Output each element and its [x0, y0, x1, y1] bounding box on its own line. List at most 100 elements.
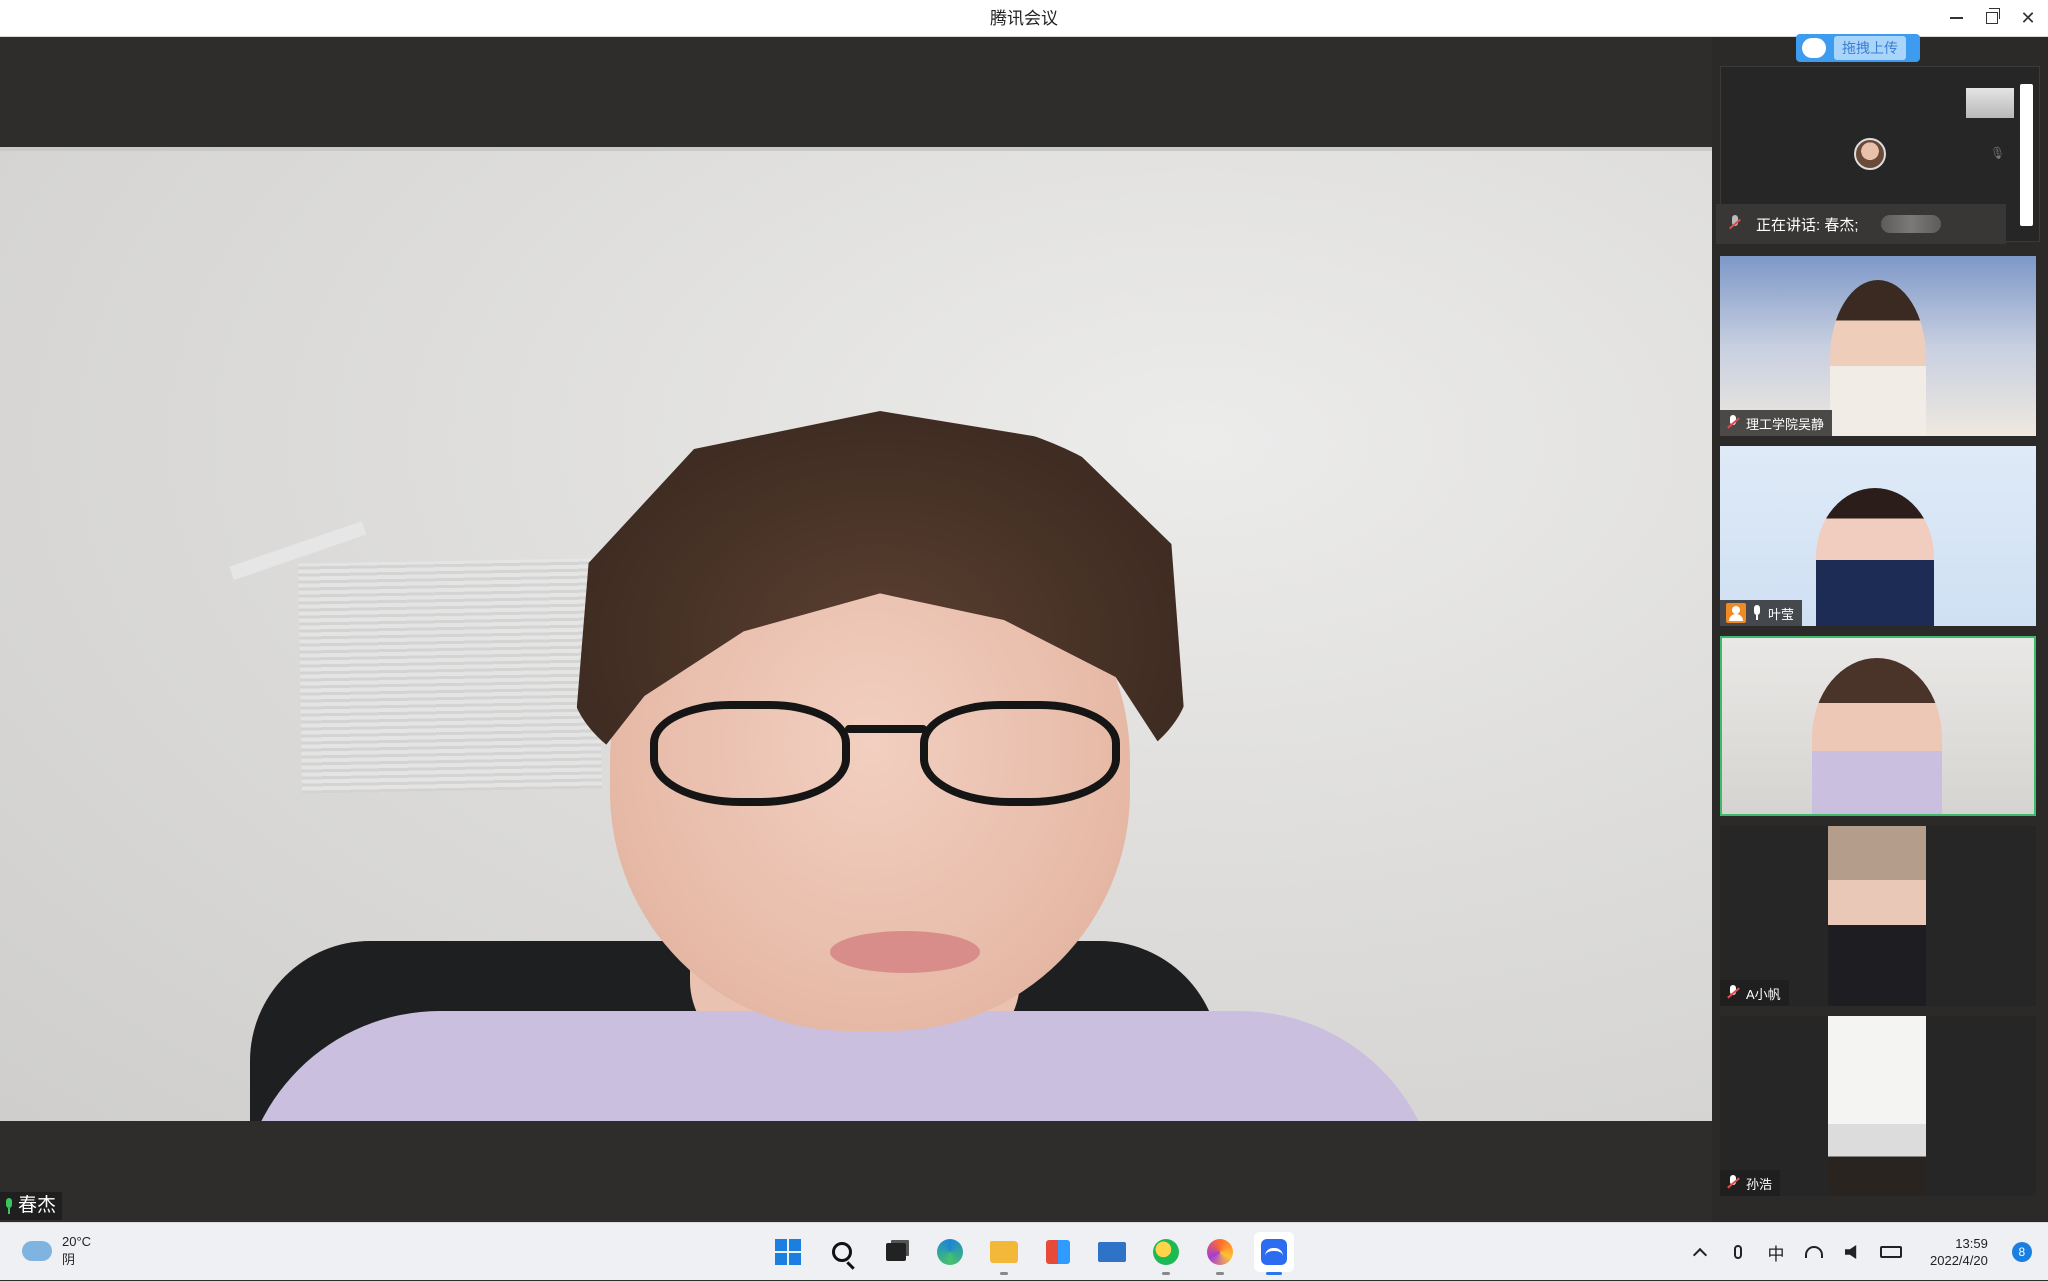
participant-video	[1828, 826, 1926, 1006]
meeting-window: 腾讯会议 ✕ 春杰 拖拽上传 🎙 正在讲话: 春杰; 理工学院吴静 叶莹 A小帆…	[0, 0, 2048, 1222]
main-stage	[0, 37, 1712, 1222]
show-hidden-icons-button[interactable]	[1690, 1237, 1710, 1267]
microphone-tray-button[interactable]	[1728, 1237, 1748, 1267]
store-icon	[1046, 1240, 1070, 1264]
task-view-button[interactable]	[876, 1232, 916, 1272]
person-glasses	[650, 701, 1130, 811]
task-view-icon	[886, 1243, 906, 1261]
wifi-icon	[1805, 1246, 1823, 1258]
main-video[interactable]	[0, 151, 1712, 1121]
muted-mic-icon	[1726, 415, 1740, 431]
store-button[interactable]	[1038, 1232, 1078, 1272]
self-camera-thumbnail[interactable]	[1966, 88, 2014, 118]
title-bar: 腾讯会议 ✕	[0, 0, 2048, 37]
participant-tile[interactable]: 孙浩	[1720, 1016, 2036, 1196]
edge-button[interactable]	[930, 1232, 970, 1272]
participant-label: 叶莹	[1720, 600, 1803, 626]
battery-button[interactable]	[1880, 1237, 1902, 1267]
system-tray: 中 13:59 2022/4/20 8	[1690, 1223, 2032, 1281]
weather-temperature: 20°C	[62, 1234, 92, 1249]
lens-left	[650, 701, 850, 806]
participant-video	[1812, 658, 1942, 814]
start-button[interactable]	[768, 1232, 808, 1272]
participant-video	[1828, 1016, 1926, 1196]
volume-button[interactable]	[1842, 1237, 1862, 1267]
drag-upload-button[interactable]: 拖拽上传	[1796, 34, 1920, 62]
self-mic-icon: 🎙	[1990, 146, 2006, 160]
restore-button[interactable]	[1974, 0, 2010, 36]
firefox-icon	[1207, 1239, 1233, 1265]
participant-label: A小帆	[1720, 980, 1789, 1006]
weather-description: 阴	[62, 1252, 76, 1267]
notification-badge[interactable]: 8	[2011, 1242, 2032, 1262]
glasses-bridge	[845, 725, 927, 733]
participant-tile[interactable]: A小帆	[1720, 826, 2036, 1006]
clock-date: 2022/4/20	[1930, 1253, 1988, 1268]
mail-icon	[1098, 1242, 1126, 1262]
taskbar-apps	[768, 1232, 1294, 1275]
chevron-up-icon	[1692, 1247, 1708, 1263]
windows-logo-icon	[775, 1239, 801, 1265]
network-button[interactable]	[1804, 1237, 1824, 1267]
active-indicator	[1266, 1272, 1282, 1275]
weather-text: 20°C 阴	[62, 1233, 91, 1269]
speaking-indicator	[1880, 215, 1941, 233]
drag-upload-label: 拖拽上传	[1834, 36, 1906, 60]
qq-browser-button[interactable]	[1146, 1232, 1186, 1275]
muted-mic-icon	[1726, 1175, 1740, 1191]
battery-icon	[1880, 1246, 1902, 1258]
weather-widget[interactable]: 20°C 阴	[22, 1233, 91, 1269]
minimize-icon	[1949, 17, 1963, 19]
mail-button[interactable]	[1092, 1232, 1132, 1272]
main-speaker-name: 春杰	[18, 1195, 57, 1216]
participant-tile-active[interactable]	[1720, 636, 2036, 816]
window-title: 腾讯会议	[990, 9, 1058, 28]
wall-poster	[298, 558, 602, 794]
close-button[interactable]: ✕	[2010, 0, 2046, 36]
input-method-button[interactable]: 中	[1766, 1237, 1786, 1267]
running-indicator	[1162, 1272, 1170, 1275]
minimize-button[interactable]	[1938, 0, 1974, 36]
host-icon	[1726, 603, 1746, 623]
tencent-meeting-button[interactable]	[1254, 1232, 1294, 1275]
participant-label: 孙浩	[1720, 1170, 1781, 1196]
clock-time: 13:59	[1955, 1236, 1988, 1251]
file-explorer-button[interactable]	[984, 1232, 1024, 1275]
speaker-icon	[1845, 1245, 1857, 1259]
search-icon	[832, 1242, 852, 1262]
person-lips	[830, 931, 980, 973]
cloudy-icon	[22, 1241, 52, 1261]
participant-name: 理工学院吴静	[1746, 416, 1825, 432]
now-speaking-bar: 正在讲话: 春杰;	[1716, 204, 2006, 244]
main-speaker-tag: 春杰	[0, 1192, 63, 1220]
cloud-upload-icon	[1802, 38, 1826, 58]
participant-name: 叶莹	[1768, 606, 1795, 622]
participant-tile[interactable]: 理工学院吴静	[1720, 256, 2036, 436]
clock[interactable]: 13:59 2022/4/20	[1930, 1235, 1988, 1269]
mic-on-icon	[4, 1198, 14, 1214]
panel-scrollbar[interactable]	[2020, 84, 2033, 226]
participant-name: 孙浩	[1746, 1176, 1773, 1192]
muted-mic-icon	[1726, 985, 1740, 1001]
participant-label: 理工学院吴静	[1720, 410, 1833, 436]
search-button[interactable]	[822, 1232, 862, 1272]
participant-video	[1816, 488, 1934, 626]
taskbar: 20°C 阴 中 13:59 2022/4/20 8	[0, 1222, 2048, 1280]
edge-icon	[937, 1239, 963, 1265]
participant-tile[interactable]: 叶莹	[1720, 446, 2036, 626]
participant-video	[1830, 280, 1926, 436]
folder-icon	[990, 1241, 1018, 1263]
tencent-meeting-icon	[1261, 1239, 1287, 1265]
self-avatar	[1854, 138, 1886, 170]
running-indicator	[1216, 1272, 1224, 1275]
microphone-icon	[1734, 1245, 1742, 1259]
mic-on-icon	[1752, 605, 1762, 621]
close-icon: ✕	[2020, 7, 2036, 28]
firefox-button[interactable]	[1200, 1232, 1240, 1275]
lens-right	[920, 701, 1120, 806]
running-indicator	[1000, 1272, 1008, 1275]
now-speaking-text: 正在讲话: 春杰;	[1756, 216, 1859, 234]
participant-name: A小帆	[1746, 986, 1781, 1002]
restore-icon	[1986, 8, 2000, 24]
qq-browser-icon	[1153, 1239, 1179, 1265]
